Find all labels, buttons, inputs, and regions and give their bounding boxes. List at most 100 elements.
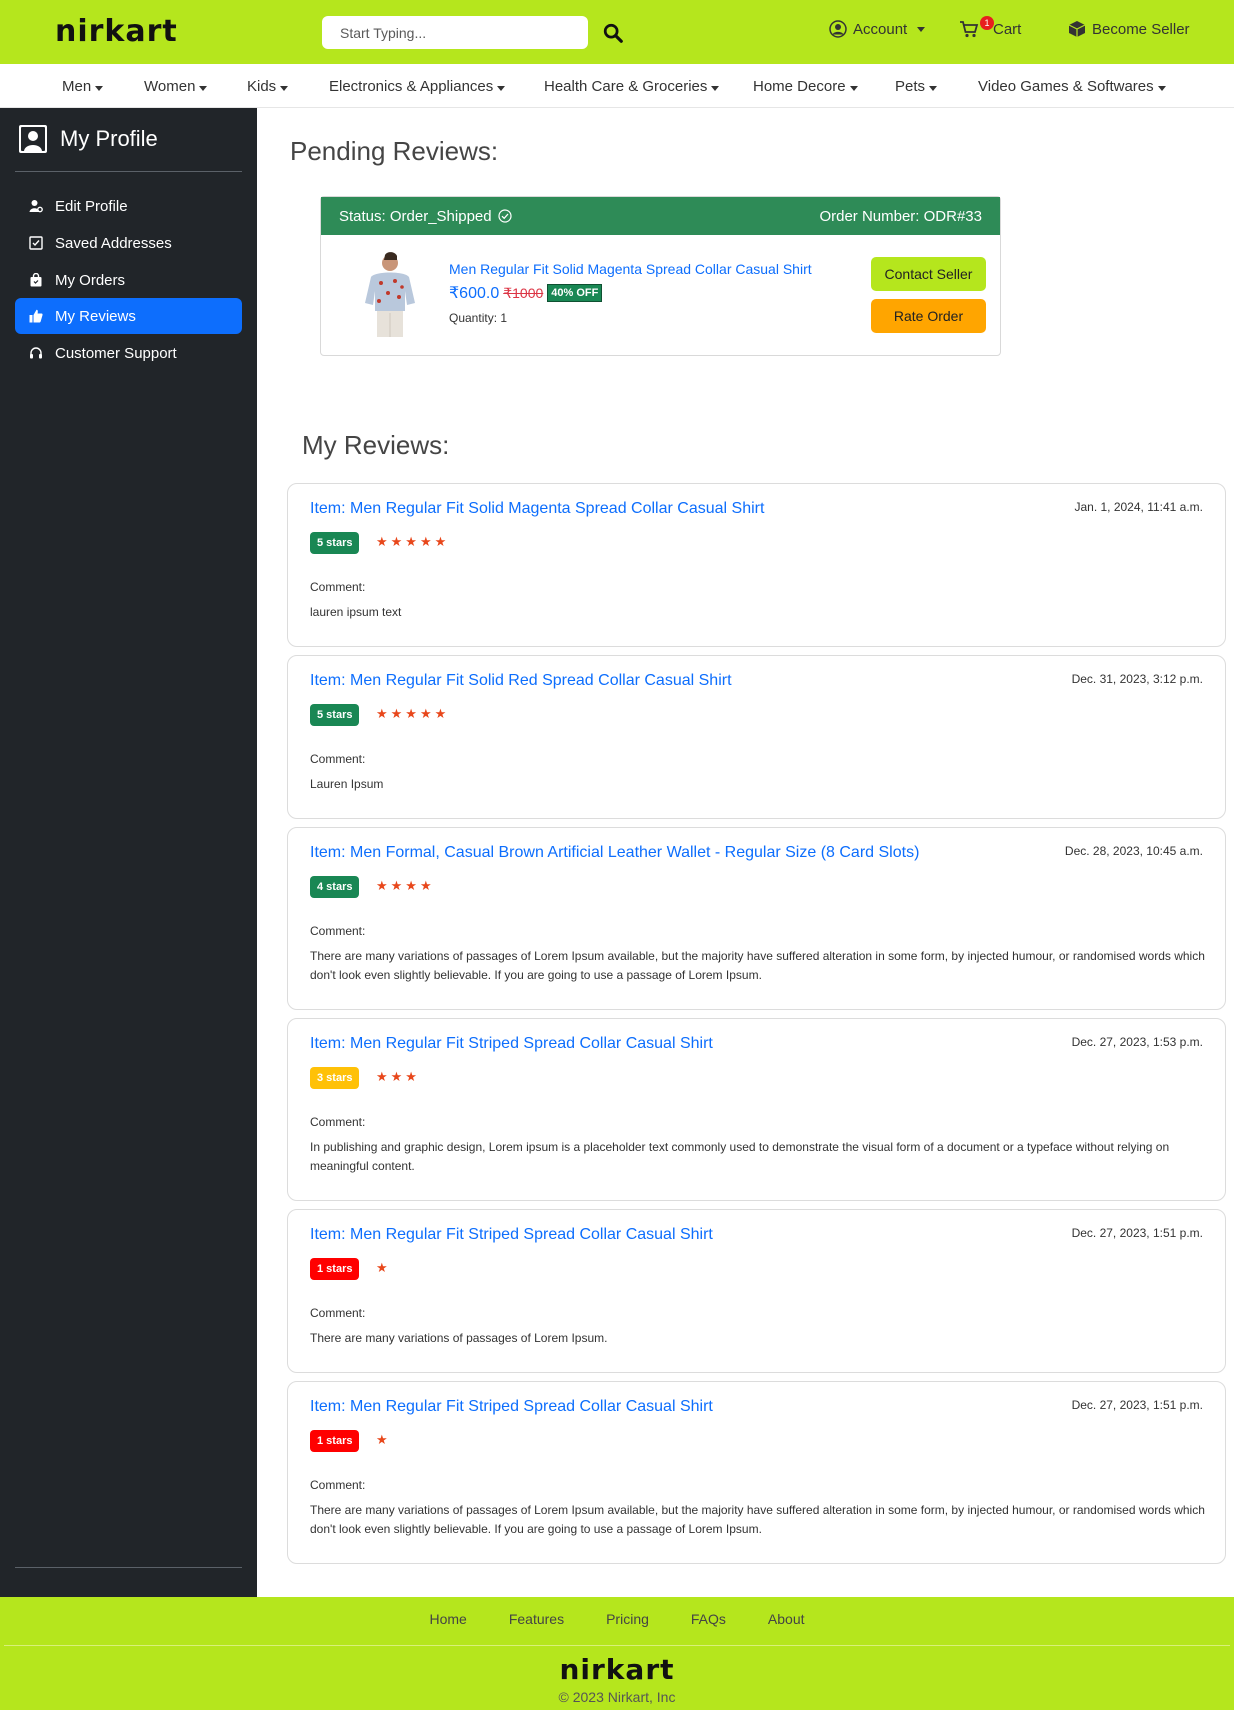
review-date: Dec. 27, 2023, 1:51 p.m. xyxy=(1071,1226,1203,1240)
product-image[interactable] xyxy=(357,251,423,341)
review-comment: In publishing and graphic design, Lorem … xyxy=(310,1140,1170,1173)
account-label: Account xyxy=(853,20,908,38)
sidebar-item-customer-support[interactable]: Customer Support xyxy=(15,335,242,371)
review-card: Item: Men Regular Fit Solid Magenta Spre… xyxy=(287,483,1226,647)
review-comment: There are many variations of passages of… xyxy=(310,1331,608,1345)
sidebar-item-edit-profile[interactable]: Edit Profile xyxy=(15,188,242,224)
rating-badge: 5 stars xyxy=(310,704,360,726)
cart-icon xyxy=(960,21,979,38)
cart-label: Cart xyxy=(993,20,1022,38)
top-header: nirkart Account Cart 1 Become Seller xyxy=(0,0,1234,64)
sidebar-item-my-reviews[interactable]: My Reviews xyxy=(15,298,242,334)
profile-sidebar: My Profile Edit Profile Saved Addresses … xyxy=(0,108,257,1597)
sidebar-item-label: My Orders xyxy=(55,271,126,289)
copyright: © 2023 Nirkart, Inc xyxy=(558,1689,676,1705)
account-menu[interactable]: Account xyxy=(829,20,926,38)
category-women[interactable]: Women xyxy=(144,78,208,95)
review-date: Dec. 27, 2023, 1:53 p.m. xyxy=(1071,1035,1203,1049)
category-home-decore[interactable]: Home Decore xyxy=(753,78,858,95)
review-card: Item: Men Regular Fit Striped Spread Col… xyxy=(287,1018,1226,1201)
footer-link-faqs[interactable]: FAQs xyxy=(691,1611,726,1627)
chevron-down-icon xyxy=(280,86,289,91)
sidebar-item-my-orders[interactable]: My Orders xyxy=(15,262,242,298)
review-comment: lauren ipsum text xyxy=(310,605,402,619)
divider xyxy=(15,171,242,172)
star-rating: ★★★★★ xyxy=(376,534,450,549)
pending-order-card: Status: Order_Shipped Order Number: ODR#… xyxy=(320,196,1001,356)
category-men[interactable]: Men xyxy=(62,78,104,95)
footer-logo[interactable]: nirkart xyxy=(0,1653,1234,1686)
review-date: Dec. 27, 2023, 1:51 p.m. xyxy=(1071,1398,1203,1412)
chevron-down-icon xyxy=(95,86,104,91)
become-seller-link[interactable]: Become Seller xyxy=(1068,20,1190,38)
become-seller-label: Become Seller xyxy=(1092,20,1190,38)
footer-link-features[interactable]: Features xyxy=(509,1611,564,1627)
comment-label: Comment: xyxy=(310,924,366,938)
chevron-down-icon xyxy=(917,26,926,32)
rating-badge: 5 stars xyxy=(310,532,360,554)
search-icon[interactable] xyxy=(602,22,624,44)
review-card: Item: Men Formal, Casual Brown Artificia… xyxy=(287,827,1226,1010)
sidebar-item-label: Edit Profile xyxy=(55,197,128,215)
review-item-title[interactable]: Item: Men Regular Fit Solid Magenta Spre… xyxy=(310,500,764,518)
footer-nav: Home Features Pricing FAQs About xyxy=(0,1611,1234,1627)
pending-reviews-heading: Pending Reviews: xyxy=(290,136,499,166)
sidebar-item-label: Customer Support xyxy=(55,344,177,362)
divider xyxy=(4,1645,1230,1646)
review-item-title[interactable]: Item: Men Formal, Casual Brown Artificia… xyxy=(310,844,919,862)
rating-badge: 1 stars xyxy=(310,1258,360,1280)
order-status: Status: Order_Shipped xyxy=(339,208,512,225)
review-date: Dec. 31, 2023, 3:12 p.m. xyxy=(1071,672,1203,686)
chevron-down-icon xyxy=(711,86,720,91)
category-pets[interactable]: Pets xyxy=(895,78,938,95)
chevron-down-icon xyxy=(849,86,858,91)
review-item-title[interactable]: Item: Men Regular Fit Striped Spread Col… xyxy=(310,1398,713,1416)
category-video-games[interactable]: Video Games & Softwares xyxy=(978,78,1166,95)
star-rating: ★★★★★ xyxy=(376,706,450,721)
sidebar-item-label: Saved Addresses xyxy=(55,234,172,252)
price-row: ₹600.0 ₹1000 40% OFF xyxy=(449,283,603,303)
footer-link-home[interactable]: Home xyxy=(429,1611,466,1627)
box-icon xyxy=(1068,21,1086,37)
category-electronics[interactable]: Electronics & Appliances xyxy=(329,78,506,95)
site-logo[interactable]: nirkart xyxy=(55,14,178,49)
sidebar-item-label: My Reviews xyxy=(55,307,136,325)
order-status-bar: Status: Order_Shipped Order Number: ODR#… xyxy=(321,197,1000,235)
review-comment: There are many variations of passages of… xyxy=(310,949,1205,982)
review-date: Dec. 28, 2023, 10:45 a.m. xyxy=(1064,844,1203,858)
headset-icon xyxy=(30,347,42,359)
footer-link-about[interactable]: About xyxy=(768,1611,805,1627)
chevron-down-icon xyxy=(497,86,506,91)
star-rating: ★ xyxy=(376,1432,391,1447)
review-item-title[interactable]: Item: Men Regular Fit Striped Spread Col… xyxy=(310,1035,713,1053)
contact-seller-button[interactable]: Contact Seller xyxy=(871,257,986,291)
rating-badge: 1 stars xyxy=(310,1430,360,1452)
review-item-title[interactable]: Item: Men Regular Fit Solid Red Spread C… xyxy=(310,672,732,690)
category-kids[interactable]: Kids xyxy=(247,78,289,95)
quantity: Quantity: 1 xyxy=(449,311,508,325)
star-rating: ★★★ xyxy=(376,1069,420,1084)
comment-label: Comment: xyxy=(310,580,366,594)
profile-title: My Profile xyxy=(60,126,158,151)
chevron-down-icon xyxy=(929,86,938,91)
site-footer: Home Features Pricing FAQs About nirkart… xyxy=(0,1597,1234,1710)
divider xyxy=(15,1567,242,1568)
comment-label: Comment: xyxy=(310,752,366,766)
comment-label: Comment: xyxy=(310,1306,366,1320)
rating-badge: 3 stars xyxy=(310,1067,360,1089)
review-comment: Lauren Ipsum xyxy=(310,777,384,791)
footer-link-pricing[interactable]: Pricing xyxy=(606,1611,649,1627)
address-card-icon xyxy=(29,236,43,250)
original-price: ₹1000 xyxy=(503,284,544,301)
review-item-title[interactable]: Item: Men Regular Fit Striped Spread Col… xyxy=(310,1226,713,1244)
selling-price: ₹600.0 xyxy=(449,285,500,302)
user-circle-icon xyxy=(829,20,847,38)
pending-product-title[interactable]: Men Regular Fit Solid Magenta Spread Col… xyxy=(449,261,812,277)
search-input[interactable] xyxy=(322,16,588,49)
rate-order-button[interactable]: Rate Order xyxy=(871,299,986,333)
order-number: Order Number: ODR#33 xyxy=(819,207,982,225)
sidebar-item-saved-addresses[interactable]: Saved Addresses xyxy=(15,225,242,261)
discount-badge: 40% OFF xyxy=(547,284,603,302)
category-health-groceries[interactable]: Health Care & Groceries xyxy=(544,78,720,95)
review-card: Item: Men Regular Fit Striped Spread Col… xyxy=(287,1209,1226,1373)
